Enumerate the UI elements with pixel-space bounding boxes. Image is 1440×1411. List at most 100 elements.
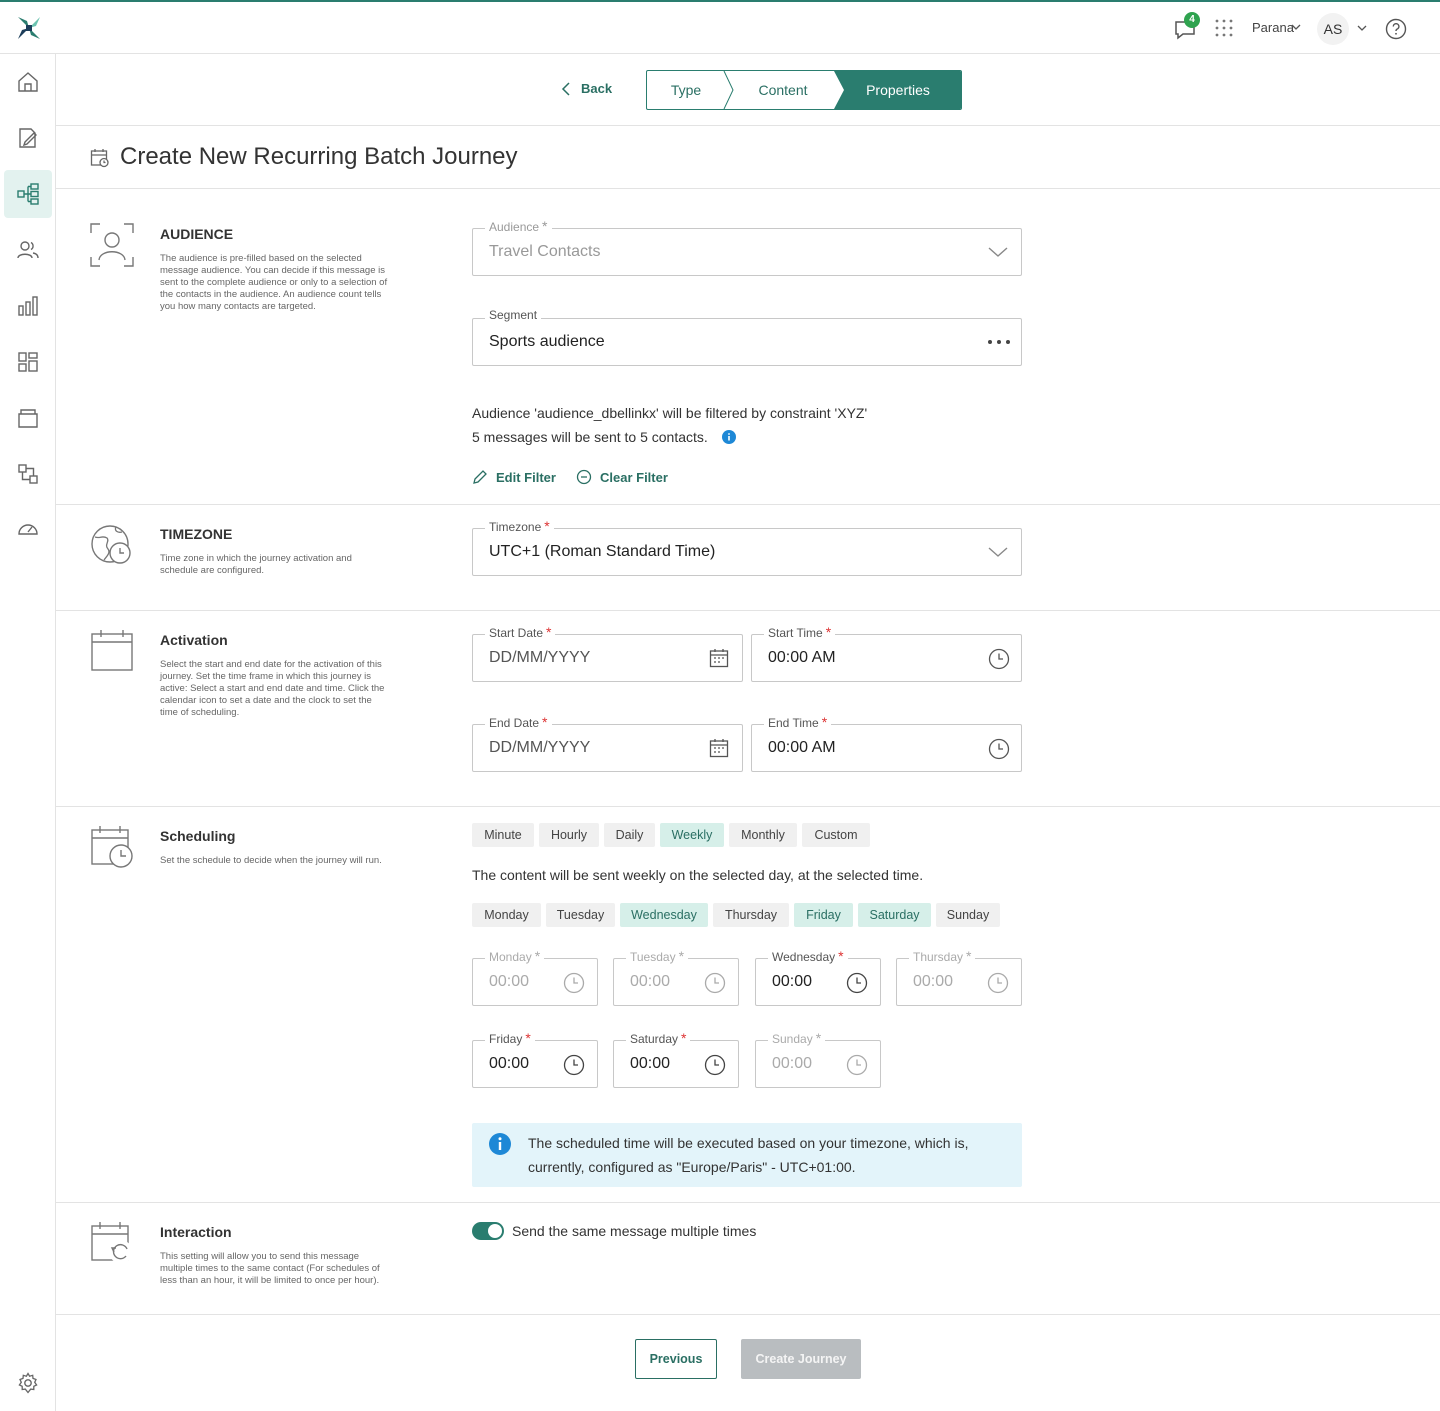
sidebar-item-dashboards[interactable] [4, 338, 52, 386]
create-journey-button[interactable]: Create Journey [741, 1339, 861, 1379]
edit-filter-label: Edit Filter [496, 469, 556, 485]
globe-clock-icon [91, 525, 131, 564]
tuesday-time-label: Tuesday * [626, 948, 689, 964]
chevron-down-icon[interactable] [1356, 22, 1368, 34]
app-logo-icon[interactable] [16, 15, 42, 41]
start-time-field[interactable]: Start Time * 00:00 AM [751, 624, 1022, 682]
activation-section: Activation Select the start and end date… [56, 611, 1440, 807]
segment-field[interactable]: Segment Sports audience [472, 308, 1022, 366]
apps-grid-icon[interactable] [1214, 18, 1234, 38]
box-icon [18, 409, 38, 428]
audience-label: Audience * [485, 218, 552, 234]
end-date-field[interactable]: End Date * DD/MM/YYYY [472, 714, 743, 772]
day-wednesday[interactable]: Wednesday [620, 903, 708, 927]
top-bar: 4 Parana AS [0, 2, 1440, 54]
home-icon [18, 72, 38, 92]
clock-icon[interactable] [704, 1054, 726, 1076]
sidebar-item-analytics[interactable] [4, 282, 52, 330]
help-icon[interactable] [1385, 18, 1407, 40]
schedule-summary: The content will be sent weekly on the s… [472, 867, 924, 883]
sidebar-item-integrations[interactable] [4, 450, 52, 498]
integrations-icon [18, 464, 38, 484]
section-title: Activation [160, 632, 228, 648]
more-options-icon[interactable] [987, 339, 1011, 345]
chevron-down-icon [988, 547, 1008, 557]
day-monday[interactable]: Monday [472, 903, 541, 927]
segment-label: Segment [485, 308, 542, 322]
end-time-value: 00:00 AM [768, 739, 836, 756]
saturday-time-value: 00:00 [630, 1055, 671, 1072]
sidebar-item-home[interactable] [4, 58, 52, 106]
sunday-time-label: Sunday * [768, 1030, 826, 1046]
clear-filter-label: Clear Filter [600, 469, 668, 485]
sidebar-item-assets[interactable] [4, 394, 52, 442]
info-icon[interactable] [722, 430, 736, 444]
journey-icon [17, 183, 39, 205]
settings-icon [18, 1372, 38, 1394]
step-properties[interactable]: Properties [834, 71, 961, 109]
frequency-daily[interactable]: Daily [604, 823, 655, 847]
end-time-field[interactable]: End Time * 00:00 AM [751, 714, 1022, 772]
frequency-minute[interactable]: Minute [472, 823, 534, 847]
step-separator [723, 71, 734, 109]
timezone-info-box: The scheduled time will be executed base… [472, 1123, 1022, 1187]
calendar-icon[interactable] [709, 738, 729, 758]
step-type[interactable]: Type [647, 71, 725, 109]
friday-time-field[interactable]: Friday * 00:00 [472, 1030, 598, 1088]
day-thursday[interactable]: Thursday [713, 903, 789, 927]
back-button[interactable]: Back [561, 81, 612, 96]
day-friday[interactable]: Friday [794, 903, 853, 927]
avatar[interactable]: AS [1317, 13, 1349, 45]
day-tuesday[interactable]: Tuesday [546, 903, 615, 927]
sidebar-item-monitoring[interactable] [4, 506, 52, 554]
calendar-icon[interactable] [709, 648, 729, 668]
calendar-icon [91, 630, 133, 671]
clear-filter-button[interactable]: Clear Filter [576, 469, 668, 485]
section-description: Set the schedule to decide when the jour… [160, 855, 382, 866]
wednesday-time-field[interactable]: Wednesday * 00:00 [755, 948, 881, 1006]
timezone-label: Timezone * [485, 518, 554, 534]
send-multiple-label: Send the same message multiple times [512, 1223, 757, 1239]
clock-icon [846, 1054, 868, 1076]
clock-icon[interactable] [563, 1054, 585, 1076]
previous-button[interactable]: Previous [635, 1339, 717, 1379]
step-content[interactable]: Content [735, 71, 831, 109]
sidebar-item-settings[interactable] [4, 1359, 52, 1407]
clock-icon[interactable] [988, 648, 1010, 670]
page-title: Create New Recurring Batch Journey [120, 143, 518, 170]
section-description: Select the start and end date for the ac… [160, 659, 385, 718]
start-date-label: Start Date * [485, 624, 556, 640]
timezone-select[interactable]: Timezone * UTC+1 (Roman Standard Time) [472, 518, 1022, 576]
org-switcher[interactable]: Parana [1252, 20, 1294, 35]
sidebar-item-journeys[interactable] [4, 170, 52, 218]
analytics-icon [18, 296, 38, 316]
section-description: This setting will allow you to send this… [160, 1251, 380, 1286]
friday-time-label: Friday * [485, 1030, 535, 1046]
speedometer-icon [18, 524, 38, 535]
saturday-time-field[interactable]: Saturday * 00:00 [613, 1030, 739, 1088]
edit-filter-button[interactable]: Edit Filter [472, 469, 556, 485]
start-time-value: 00:00 AM [768, 649, 836, 666]
day-saturday[interactable]: Saturday [858, 903, 931, 927]
send-multiple-toggle[interactable] [472, 1222, 504, 1240]
wednesday-time-label: Wednesday * [768, 948, 848, 964]
sidebar-item-contacts[interactable] [4, 226, 52, 274]
timezone-value: UTC+1 (Roman Standard Time) [489, 543, 716, 560]
sidebar-item-content[interactable] [4, 114, 52, 162]
frequency-hourly[interactable]: Hourly [539, 823, 599, 847]
clock-icon [563, 972, 585, 994]
audience-count-text: 5 messages will be sent to 5 contacts. [472, 429, 708, 445]
day-sunday[interactable]: Sunday [936, 903, 1000, 927]
monday-time-field: Monday * 00:00 [472, 948, 598, 1006]
frequency-custom[interactable]: Custom [802, 823, 870, 847]
frequency-monthly[interactable]: Monthly [729, 823, 797, 847]
end-time-label: End Time * [764, 714, 832, 730]
interaction-section: Interaction This setting will allow you … [56, 1203, 1440, 1315]
frequency-weekly[interactable]: Weekly [660, 823, 724, 847]
audience-select[interactable]: Audience * Travel Contacts [472, 218, 1022, 276]
clock-icon[interactable] [846, 972, 868, 994]
start-date-field[interactable]: Start Date * DD/MM/YYYY [472, 624, 743, 682]
clock-icon[interactable] [988, 738, 1010, 760]
chevron-down-icon[interactable] [1291, 22, 1301, 32]
contacts-icon [17, 241, 39, 259]
